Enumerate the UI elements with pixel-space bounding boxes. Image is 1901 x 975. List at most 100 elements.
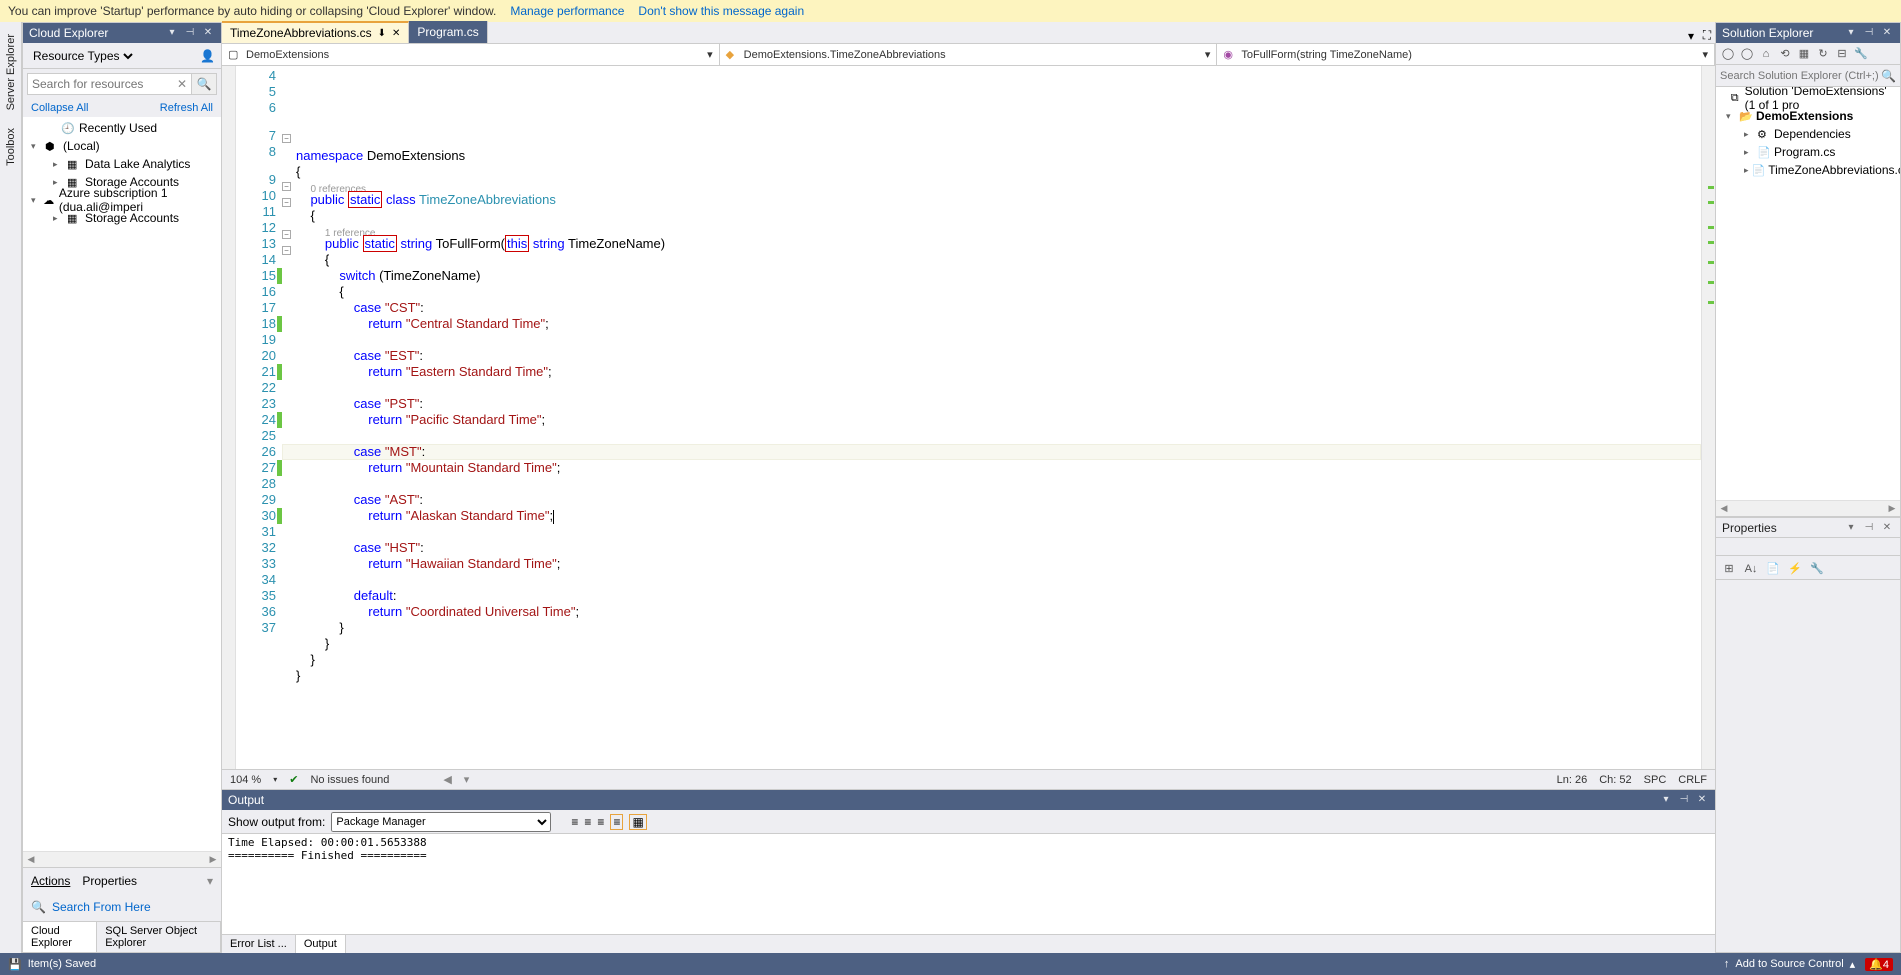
pin-icon[interactable]: ⊣ xyxy=(1862,521,1876,535)
close-icon[interactable]: ✕ xyxy=(392,28,400,39)
server-explorer-tab[interactable]: Server Explorer xyxy=(3,26,19,118)
close-icon[interactable]: ✕ xyxy=(1695,793,1709,807)
vertical-scrollmap[interactable] xyxy=(1701,66,1715,769)
cloud-explorer-header[interactable]: Cloud Explorer ▾ ⊣ ✕ xyxy=(23,23,221,43)
output-tab[interactable]: Output xyxy=(296,935,346,953)
pin-icon[interactable]: ⬇ xyxy=(378,28,386,39)
tree-item[interactable]: ▾☁Azure subscription 1 (dua.ali@imperi xyxy=(23,191,221,209)
nav-member[interactable]: ◉ToFullForm(string TimeZoneName)▾ xyxy=(1217,44,1715,65)
tree-item[interactable]: ▸▦Data Lake Analytics xyxy=(23,155,221,173)
tree-item[interactable]: ⧉Solution 'DemoExtensions' (1 of 1 pro xyxy=(1716,89,1900,107)
scroll-right-icon[interactable]: ▶ xyxy=(205,854,221,865)
code-area[interactable]: −−−−− namespace DemoExtensions{ 0 refere… xyxy=(282,66,1701,769)
cloud-hscroll[interactable]: ◀ ▶ xyxy=(23,851,221,867)
pin-icon[interactable]: ⊣ xyxy=(1677,793,1691,807)
alpha-icon[interactable]: A↓ xyxy=(1742,559,1760,577)
output-header[interactable]: Output ▾ ⊣ ✕ xyxy=(222,790,1715,810)
dont-show-again-link[interactable]: Don't show this message again xyxy=(638,4,804,18)
output-text[interactable]: Time Elapsed: 00:00:01.5653388 =========… xyxy=(222,834,1715,934)
clear-icon[interactable]: ✕ xyxy=(177,77,187,91)
source-control-arrow-icon[interactable]: ▴ xyxy=(1850,958,1856,971)
tree-item[interactable]: 🕘Recently Used xyxy=(23,119,221,137)
method-icon: ◉ xyxy=(1223,48,1237,61)
solution-explorer-header[interactable]: Solution Explorer ▾ ⊣ ✕ xyxy=(1716,23,1900,43)
fwd-icon[interactable]: ◯ xyxy=(1739,46,1755,62)
zoom-level[interactable]: 104 % xyxy=(230,774,261,786)
add-to-source-control[interactable]: Add to Source Control xyxy=(1735,958,1843,970)
source-control-up-icon[interactable]: ↑ xyxy=(1724,958,1730,970)
properties-icon[interactable]: 🔧 xyxy=(1853,46,1869,62)
person-icon[interactable]: 👤 xyxy=(200,49,215,63)
refresh-icon[interactable]: ↻ xyxy=(1815,46,1831,62)
nav-project[interactable]: ▢DemoExtensions▾ xyxy=(222,44,720,65)
pin-icon[interactable]: ⊣ xyxy=(1862,26,1876,40)
dropdown-icon[interactable]: ▾ xyxy=(165,26,179,40)
cloud-bottom-tabs: Cloud Explorer SQL Server Object Explore… xyxy=(23,921,221,952)
solution-hscroll[interactable]: ◀▶ xyxy=(1716,500,1900,516)
categorize-icon[interactable]: ⊞ xyxy=(1720,559,1738,577)
search-button[interactable]: 🔍 xyxy=(191,73,217,95)
show-all-icon[interactable]: ▦ xyxy=(1796,46,1812,62)
search-icon[interactable]: 🔍 xyxy=(1881,69,1896,83)
collapse-icon[interactable]: ⊟ xyxy=(1834,46,1850,62)
dropdown-icon[interactable]: ▾ xyxy=(1844,26,1858,40)
cloud-explorer-bottom-tab[interactable]: Cloud Explorer xyxy=(23,922,97,952)
spc-indicator[interactable]: SPC xyxy=(1644,774,1667,786)
solution-search-input[interactable] xyxy=(1720,70,1881,82)
code-editor[interactable]: 4567891011121314151617181920212223242526… xyxy=(222,66,1715,769)
out-icon-3[interactable]: ≡ xyxy=(597,815,604,829)
tabwell-dropdown-icon[interactable]: ▾ xyxy=(1683,29,1699,43)
tab-program[interactable]: Program.cs xyxy=(409,21,487,43)
tree-item[interactable]: ▸📄TimeZoneAbbreviations.cs xyxy=(1716,161,1900,179)
close-icon[interactable]: ✕ xyxy=(1880,521,1894,535)
col-indicator[interactable]: Ch: 52 xyxy=(1599,774,1631,786)
nav-back-icon[interactable]: ◀ xyxy=(443,773,451,786)
out-icon-1[interactable]: ≡ xyxy=(571,815,578,829)
line-indicator[interactable]: Ln: 26 xyxy=(1557,774,1588,786)
home-icon[interactable]: ⌂ xyxy=(1758,46,1774,62)
notification-badge[interactable]: 🔔4 xyxy=(1865,958,1893,971)
close-icon[interactable]: ✕ xyxy=(1880,26,1894,40)
scroll-right-icon[interactable]: ▶ xyxy=(1884,503,1900,514)
properties-header[interactable]: Properties ▾ ⊣ ✕ xyxy=(1716,518,1900,538)
pin-icon[interactable]: ⊣ xyxy=(183,26,197,40)
dropdown-icon[interactable]: ▾ xyxy=(1844,521,1858,535)
error-list-tab[interactable]: Error List ... xyxy=(222,935,296,953)
nav-fwd-icon[interactable]: ▾ xyxy=(464,773,470,786)
tree-item[interactable]: ▾⬢(Local) xyxy=(23,137,221,155)
refresh-all-link[interactable]: Refresh All xyxy=(160,102,213,114)
issues-text[interactable]: No issues found xyxy=(310,774,389,786)
output-source-select[interactable]: Package Manager xyxy=(331,812,551,832)
close-icon[interactable]: ✕ xyxy=(201,26,215,40)
actions-tab[interactable]: Actions xyxy=(31,874,70,888)
toolbox-tab[interactable]: Toolbox xyxy=(3,120,19,174)
class-icon: ◆ xyxy=(726,48,740,61)
events-icon[interactable]: ⚡ xyxy=(1786,559,1804,577)
wrench-icon[interactable]: 🔧 xyxy=(1808,559,1826,577)
properties-tab[interactable]: Properties xyxy=(82,874,137,888)
nav-class[interactable]: ◆DemoExtensions.TimeZoneAbbreviations▾ xyxy=(720,44,1218,65)
scroll-left-icon[interactable]: ◀ xyxy=(1716,503,1732,514)
actions-properties-bar: Actions Properties ▾ xyxy=(23,867,221,893)
out-icon-4[interactable]: ≡ xyxy=(610,814,623,830)
left-tool-rail: Server Explorer Toolbox xyxy=(0,22,22,953)
search-from-here[interactable]: 🔍 Search From Here xyxy=(23,893,221,921)
out-icon-5[interactable]: ▦ xyxy=(629,814,646,830)
manage-performance-link[interactable]: Manage performance xyxy=(510,4,624,18)
properties-combo[interactable] xyxy=(1716,538,1900,556)
tree-item[interactable]: ▸📄Program.cs xyxy=(1716,143,1900,161)
sql-server-object-explorer-tab[interactable]: SQL Server Object Explorer xyxy=(97,922,221,952)
collapse-all-link[interactable]: Collapse All xyxy=(31,102,88,114)
out-icon-2[interactable]: ≡ xyxy=(584,815,591,829)
resource-types-select[interactable]: Resource Types xyxy=(29,48,136,64)
tabwell-fullscreen-icon[interactable]: ⛶ xyxy=(1699,28,1715,43)
prop-icon-3[interactable]: 📄 xyxy=(1764,559,1782,577)
dropdown-icon[interactable]: ▾ xyxy=(1659,793,1673,807)
crlf-indicator[interactable]: CRLF xyxy=(1678,774,1707,786)
cloud-search-input[interactable] xyxy=(27,73,193,95)
scroll-left-icon[interactable]: ◀ xyxy=(23,854,39,865)
tree-item[interactable]: ▸⚙Dependencies xyxy=(1716,125,1900,143)
tab-timezone-abbrev[interactable]: TimeZoneAbbreviations.cs ⬇ ✕ xyxy=(222,21,409,43)
back-icon[interactable]: ◯ xyxy=(1720,46,1736,62)
sync-icon[interactable]: ⟲ xyxy=(1777,46,1793,62)
